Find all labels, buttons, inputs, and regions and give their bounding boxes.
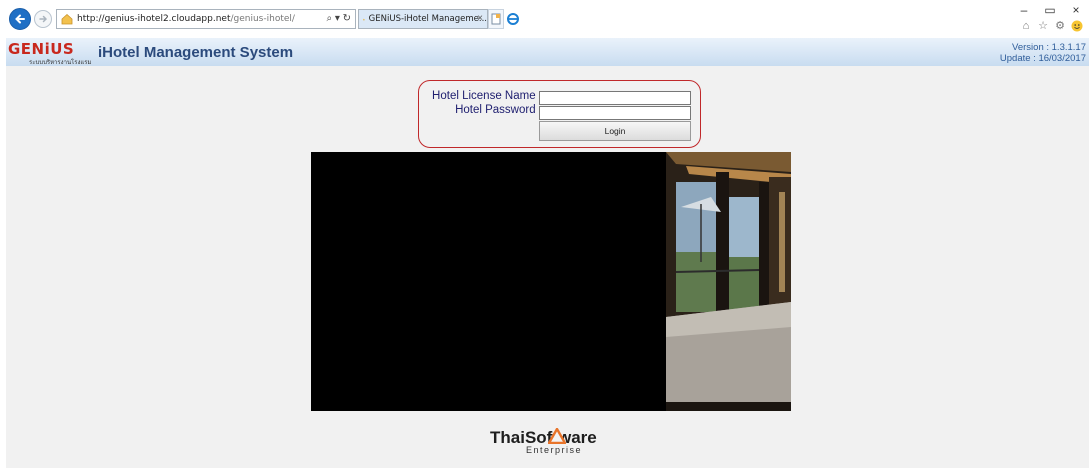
- smiley-icon[interactable]: [1071, 20, 1083, 32]
- ie-logo-icon: [507, 13, 519, 25]
- minimize-icon[interactable]: –: [1017, 3, 1031, 17]
- browser-chrome: http://genius-ihotel2.cloudapp.net/geniu…: [0, 0, 1089, 38]
- hero-image: [311, 152, 791, 411]
- license-input[interactable]: [539, 91, 691, 105]
- hotel-room-photo: [311, 152, 791, 411]
- browser-toolbar-icons: ⌂ ☆ ⚙: [1020, 20, 1083, 32]
- update-text: Update : 16/03/2017: [999, 53, 1086, 64]
- back-button[interactable]: [9, 8, 31, 30]
- address-tools: ⌕ ▾ ↻: [326, 10, 355, 28]
- new-tab-icon: [491, 13, 501, 25]
- tab-close-icon[interactable]: ×: [477, 13, 483, 24]
- forward-button[interactable]: [34, 10, 52, 28]
- restore-icon[interactable]: ▭: [1043, 3, 1057, 17]
- url-host: http://genius-ihotel2.cloudapp.net: [77, 14, 231, 24]
- footer-tagline: Enterprise: [526, 445, 583, 455]
- url-path: /genius-ihotel/: [230, 14, 295, 24]
- search-refresh-icons[interactable]: ⌕ ▾ ↻: [326, 14, 351, 24]
- content-area: Hotel License Name : Hotel Password : Lo…: [6, 66, 1089, 468]
- site-favicon-icon: [61, 13, 73, 25]
- version-info: Version : 1.3.1.17 Update : 16/03/2017: [1000, 42, 1086, 64]
- star-icon[interactable]: ☆: [1037, 20, 1049, 32]
- tab-title: GENiUS-iHotel Manageme...: [368, 14, 487, 24]
- triangle-logo-icon: [548, 428, 566, 444]
- genius-logo: GENiUS: [8, 40, 75, 58]
- app-header: GENiUS ระบบบริหารงานโรงแรม iHotel Manage…: [6, 38, 1089, 66]
- license-label: Hotel License Name :: [432, 90, 542, 102]
- back-arrow-icon: [15, 14, 25, 24]
- thaisoftware-logo: ThaiSoftware Enterprise: [490, 428, 620, 458]
- close-icon[interactable]: ×: [1069, 3, 1083, 17]
- ie-logo-button[interactable]: [505, 9, 521, 29]
- tab-favicon-icon: [363, 18, 365, 20]
- new-tab-button[interactable]: [488, 9, 504, 29]
- password-label: Hotel Password :: [455, 104, 542, 116]
- forward-arrow-icon: [39, 15, 48, 23]
- address-bar[interactable]: http://genius-ihotel2.cloudapp.net/geniu…: [56, 9, 356, 29]
- address-url: http://genius-ihotel2.cloudapp.net/geniu…: [77, 14, 295, 24]
- window-controls: – ▭ ×: [1017, 3, 1083, 17]
- gear-icon[interactable]: ⚙: [1054, 20, 1066, 32]
- version-text: Version : 1.3.1.17: [1012, 42, 1086, 53]
- password-input[interactable]: [539, 106, 691, 120]
- home-icon[interactable]: ⌂: [1020, 20, 1032, 32]
- login-form: Hotel License Name : Hotel Password : Lo…: [418, 80, 701, 148]
- app-title: iHotel Management System: [98, 44, 294, 61]
- browser-tab[interactable]: GENiUS-iHotel Manageme... ×: [358, 9, 488, 29]
- login-button[interactable]: Login: [539, 121, 691, 141]
